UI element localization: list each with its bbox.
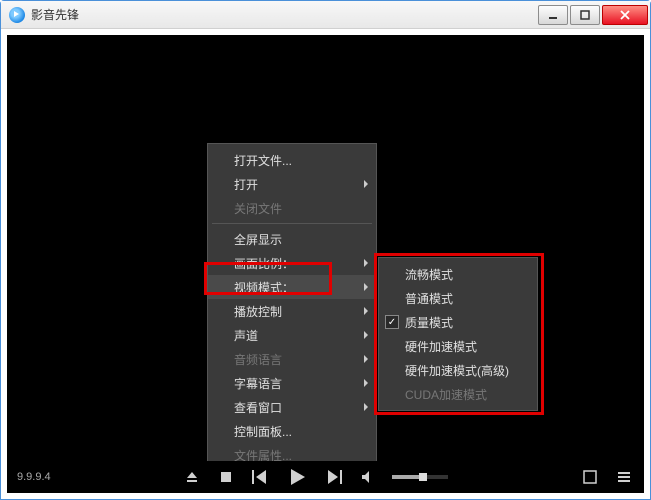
submenu-label: 质量模式 xyxy=(405,314,453,331)
menu-label: 画面比例： xyxy=(234,255,294,272)
menu-label: 视频模式： xyxy=(234,279,294,296)
player-controls: 9.9.9.4 xyxy=(7,461,644,493)
menu-aspect-ratio[interactable]: 画面比例： xyxy=(208,251,376,275)
video-area[interactable]: ny 打开文件... 打开 关闭文件 全屏显示 画面比例： 视频模式： 播放控制… xyxy=(7,35,644,493)
submenu-label: 硬件加速模式(高级) xyxy=(405,362,509,379)
menu-control-panel[interactable]: 控制面板... xyxy=(208,419,376,443)
title-bar: 影音先锋 xyxy=(1,1,650,29)
submenu-label: 普通模式 xyxy=(405,290,453,307)
submenu-quality-mode[interactable]: ✓ 质量模式 xyxy=(379,310,537,334)
menu-label: 全屏显示 xyxy=(234,231,282,248)
submenu-label: 流畅模式 xyxy=(405,266,453,283)
window-frame: 影音先锋 ny 打开文件... 打开 关闭文件 全屏显示 画面比例： 视频模式：… xyxy=(0,0,651,500)
checkmark-icon: ✓ xyxy=(385,315,399,329)
app-icon xyxy=(9,7,25,23)
menu-separator xyxy=(212,223,372,224)
menu-view-window[interactable]: 查看窗口 xyxy=(208,395,376,419)
menu-label: 打开文件... xyxy=(234,152,292,169)
stop-button[interactable] xyxy=(216,467,236,487)
submenu-normal-mode[interactable]: 普通模式 xyxy=(379,286,537,310)
playlist-button[interactable] xyxy=(614,467,634,487)
menu-label: 打开 xyxy=(234,176,258,193)
menu-label: 音频语言 xyxy=(234,351,282,368)
menu-open[interactable]: 打开 xyxy=(208,172,376,196)
eject-button[interactable] xyxy=(182,467,202,487)
menu-close-file: 关闭文件 xyxy=(208,196,376,220)
context-menu: 打开文件... 打开 关闭文件 全屏显示 画面比例： 视频模式： 播放控制 声道… xyxy=(207,143,377,493)
volume-icon[interactable] xyxy=(358,467,378,487)
menu-fullscreen[interactable]: 全屏显示 xyxy=(208,227,376,251)
menu-audio-channel[interactable]: 声道 xyxy=(208,323,376,347)
menu-label: 查看窗口 xyxy=(234,399,282,416)
play-button[interactable] xyxy=(284,464,310,490)
window-title: 影音先锋 xyxy=(31,6,536,23)
center-controls xyxy=(51,464,580,490)
menu-label: 关闭文件 xyxy=(234,200,282,217)
right-controls xyxy=(580,467,634,487)
video-mode-submenu: 流畅模式 普通模式 ✓ 质量模式 硬件加速模式 硬件加速模式(高级) CUDA加速… xyxy=(378,257,538,411)
menu-label: 播放控制 xyxy=(234,303,282,320)
version-label: 9.9.9.4 xyxy=(17,471,51,483)
submenu-smooth-mode[interactable]: 流畅模式 xyxy=(379,262,537,286)
minimize-button[interactable] xyxy=(538,5,568,25)
menu-open-file[interactable]: 打开文件... xyxy=(208,148,376,172)
menu-audio-language: 音频语言 xyxy=(208,347,376,371)
submenu-label: 硬件加速模式 xyxy=(405,338,477,355)
menu-label: 字幕语言 xyxy=(234,375,282,392)
submenu-hw-accel[interactable]: 硬件加速模式 xyxy=(379,334,537,358)
next-button[interactable] xyxy=(324,467,344,487)
menu-label: 声道 xyxy=(234,327,258,344)
submenu-hw-accel-advanced[interactable]: 硬件加速模式(高级) xyxy=(379,358,537,382)
previous-button[interactable] xyxy=(250,467,270,487)
submenu-cuda-accel: CUDA加速模式 xyxy=(379,382,537,406)
maximize-button[interactable] xyxy=(570,5,600,25)
submenu-label: CUDA加速模式 xyxy=(405,386,487,403)
volume-thumb[interactable] xyxy=(419,473,427,481)
menu-subtitle-language[interactable]: 字幕语言 xyxy=(208,371,376,395)
volume-slider[interactable] xyxy=(392,475,448,479)
close-button[interactable] xyxy=(602,5,648,25)
fullscreen-button[interactable] xyxy=(580,467,600,487)
menu-video-mode[interactable]: 视频模式： xyxy=(208,275,376,299)
menu-label: 控制面板... xyxy=(234,423,292,440)
menu-playback-control[interactable]: 播放控制 xyxy=(208,299,376,323)
